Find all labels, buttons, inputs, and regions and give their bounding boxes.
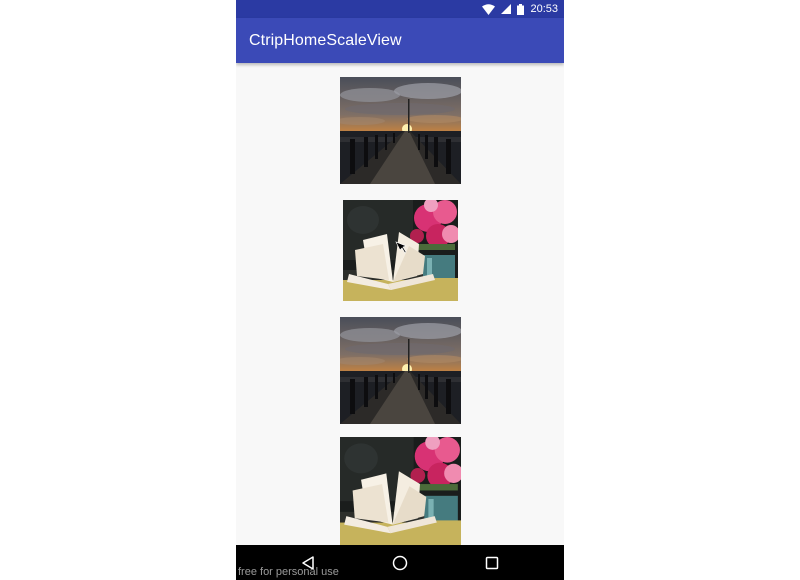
status-bar: 20:53 (236, 0, 564, 18)
battery-icon (517, 3, 525, 15)
book-flowers-image[interactable] (343, 200, 458, 301)
home-icon[interactable] (390, 553, 410, 573)
app-bar: CtripHomeScaleView (236, 18, 564, 63)
signal-icon (501, 4, 512, 14)
app-title: CtripHomeScaleView (249, 32, 402, 49)
status-icons: 20:53 (482, 2, 558, 16)
navigation-bar (236, 545, 564, 580)
image-list[interactable] (236, 63, 564, 545)
recents-icon[interactable] (482, 553, 502, 573)
book-flowers-image[interactable] (340, 437, 461, 545)
pier-sunset-image[interactable] (340, 317, 461, 424)
phone-screen: 20:53 CtripHomeScaleView free for person… (236, 0, 564, 580)
wifi-icon (482, 3, 496, 15)
pier-sunset-image[interactable] (340, 77, 461, 184)
status-time: 20:53 (530, 3, 558, 15)
back-icon[interactable] (298, 553, 318, 573)
